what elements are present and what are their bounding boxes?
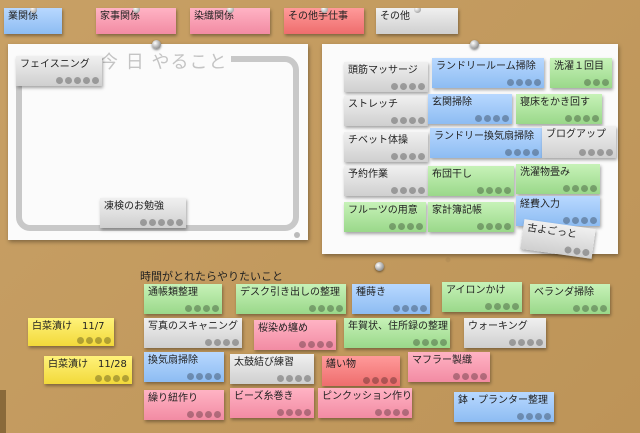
task-note[interactable]: ウォーキング xyxy=(464,318,546,348)
task-note[interactable]: デスク引き出しの整理 xyxy=(236,284,346,314)
task-note[interactable]: 予約作業 xyxy=(344,166,428,196)
note-tools-icon xyxy=(565,115,599,122)
board-pin[interactable] xyxy=(152,40,161,49)
note-tools-icon xyxy=(309,305,343,312)
task-note[interactable]: アイロンかけ xyxy=(442,282,522,312)
note-tools-icon xyxy=(477,187,511,194)
task-note[interactable]: 通帳類整理 xyxy=(144,284,222,314)
note-tools-icon xyxy=(140,219,183,226)
task-note[interactable]: ベランダ掃除 xyxy=(530,284,610,314)
note-tools-icon xyxy=(453,373,487,380)
note-tools-icon xyxy=(505,149,539,156)
note-tools-icon xyxy=(485,303,519,310)
today-heading: 今 日 やること xyxy=(96,48,232,74)
task-note[interactable]: チベット体操 xyxy=(344,132,428,162)
task-note[interactable]: 洗濯１回目 xyxy=(550,58,612,88)
task-note[interactable]: 頭筋マッサージ xyxy=(344,62,428,92)
task-note[interactable]: ブログアップ xyxy=(542,126,616,158)
frame-corner-dot xyxy=(294,232,300,238)
note-tools-icon xyxy=(375,409,409,416)
note-tools-icon xyxy=(205,339,239,346)
task-note[interactable]: 家計簿記帳 xyxy=(428,202,514,232)
note-tools-icon xyxy=(56,77,99,84)
task-note[interactable]: 写真のスキャニング xyxy=(144,318,242,348)
note-tools-icon xyxy=(584,79,609,86)
task-note[interactable]: 繰り紐作り xyxy=(144,390,224,420)
note-tools-icon xyxy=(477,223,511,230)
task-note[interactable]: ストレッチ xyxy=(344,96,428,126)
category-note[interactable]: その他 xyxy=(376,8,458,34)
task-note[interactable]: 鉢・プランター整理 xyxy=(454,392,554,422)
note-tools-icon xyxy=(475,115,509,122)
note-tools-icon xyxy=(507,79,541,86)
side-scroll-handle[interactable] xyxy=(0,390,6,433)
task-note[interactable]: 寝床をかき回す xyxy=(516,94,602,124)
note-tools-icon xyxy=(563,217,597,224)
task-note[interactable]: 太鼓結び練習 xyxy=(230,354,314,384)
section-pin[interactable] xyxy=(375,262,384,271)
task-note[interactable]: ランドリー換気扇掃除 xyxy=(430,128,542,158)
note-tools-icon xyxy=(573,305,607,312)
note-tools-icon xyxy=(391,153,425,160)
task-note[interactable]: フルーツの用意 xyxy=(344,202,426,232)
note-tools-icon xyxy=(564,246,590,257)
task-note[interactable]: 桜染め纏め xyxy=(254,320,336,350)
note-tools-icon xyxy=(95,375,129,382)
spare-time-heading: 時間がとれたらやりたいこと xyxy=(140,270,283,283)
task-note[interactable]: 布団干し xyxy=(428,166,514,196)
task-note[interactable]: ビーズ糸巻き xyxy=(230,388,314,418)
note-tools-icon xyxy=(517,413,551,420)
note-tools-icon xyxy=(277,409,311,416)
note-tools-icon xyxy=(187,373,221,380)
task-note[interactable]: 玄関掃除 xyxy=(428,94,512,124)
category-note[interactable]: 染織関係 xyxy=(190,8,270,34)
note-tools-icon xyxy=(277,375,311,382)
task-note[interactable]: 換気扇掃除 xyxy=(144,352,224,382)
note-tools-icon xyxy=(391,83,425,90)
note-tools-icon xyxy=(413,339,447,346)
board-pin[interactable] xyxy=(470,40,479,49)
category-note[interactable]: 業関係 xyxy=(4,8,62,34)
note-tools-icon xyxy=(393,305,427,312)
note-tools-icon xyxy=(391,187,425,194)
note-tools-icon xyxy=(77,337,111,344)
task-note[interactable]: フェイスニング xyxy=(16,56,102,86)
reminder-note[interactable]: 白菜漬け 11/28 xyxy=(44,356,132,384)
note-tools-icon xyxy=(563,185,597,192)
note-tools-icon xyxy=(299,341,333,348)
note-tools-icon xyxy=(363,377,397,384)
note-tools-icon xyxy=(187,411,221,418)
task-note[interactable]: ピンクッション作り xyxy=(318,388,412,418)
task-note[interactable]: 年賀状、住所録の整理 xyxy=(344,318,450,348)
task-note[interactable]: 繕い物 xyxy=(322,356,400,386)
category-note[interactable]: その他手仕事 xyxy=(284,8,364,34)
note-tools-icon xyxy=(509,339,543,346)
note-tools-icon xyxy=(185,305,219,312)
task-note[interactable]: 種蒔き xyxy=(352,284,430,314)
note-tools-icon xyxy=(579,149,613,156)
task-note[interactable]: ランドリールーム掃除 xyxy=(432,58,544,88)
note-tools-icon xyxy=(391,117,425,124)
reminder-note[interactable]: 白菜漬け 11/7 xyxy=(28,318,114,346)
task-note[interactable]: マフラー製織 xyxy=(408,352,490,382)
note-tools-icon xyxy=(389,223,423,230)
task-note[interactable]: 凍検のお勉強 xyxy=(100,198,186,228)
task-note[interactable]: 洗濯物畳み xyxy=(516,164,600,194)
category-note[interactable]: 家事関係 xyxy=(96,8,176,34)
